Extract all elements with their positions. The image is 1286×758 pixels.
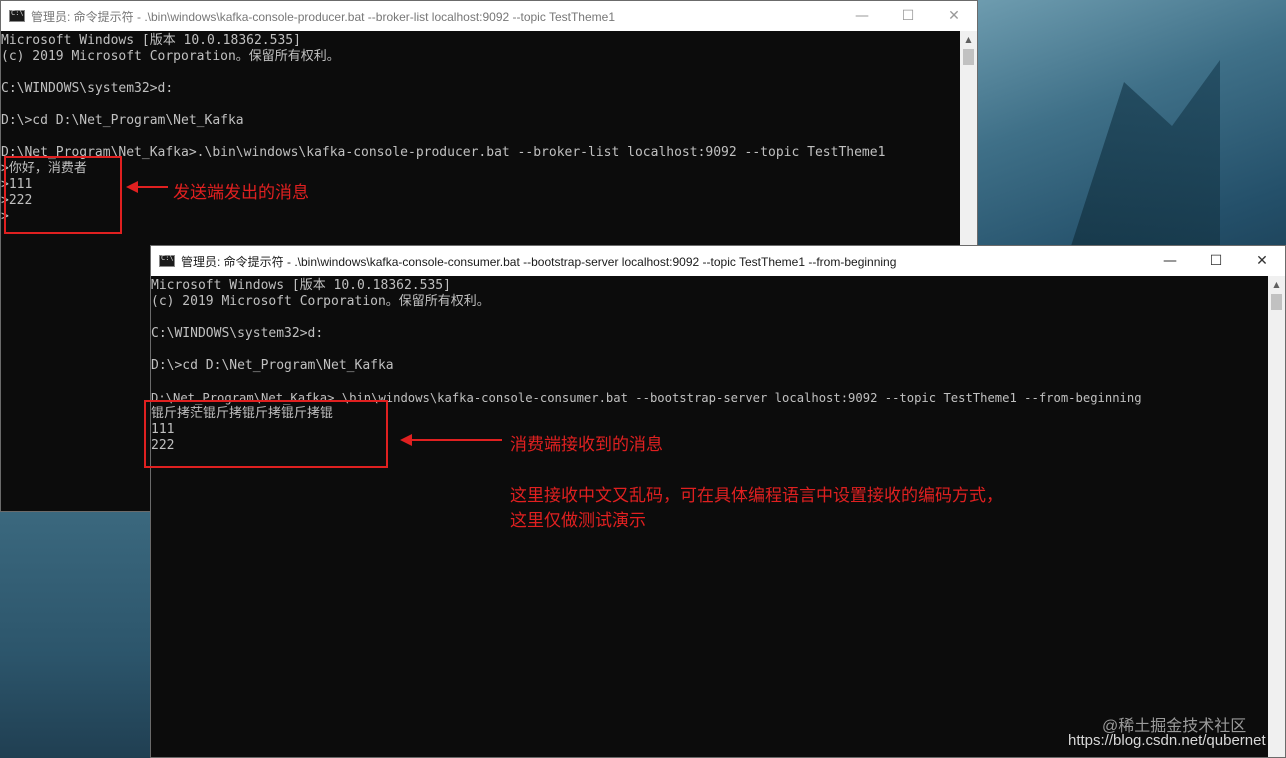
- maximize-button[interactable]: ☐: [885, 1, 931, 31]
- encoding-note-line1: 这里接收中文又乱码，可在具体编程语言中设置接收的编码方式，: [510, 486, 1003, 506]
- console-line: D:\Net_Program\Net_Kafka>.\bin\windows\k…: [1, 145, 886, 160]
- producer-arrow-line: [136, 186, 168, 188]
- minimize-button[interactable]: —: [1147, 246, 1193, 276]
- console-line: >: [1, 209, 9, 224]
- console-line: (c) 2019 Microsoft Corporation。保留所有权利。: [1, 49, 340, 64]
- scroll-up-icon[interactable]: ▲: [960, 31, 977, 48]
- consumer-arrow-line: [410, 439, 502, 441]
- producer-annotation: 发送端发出的消息: [173, 183, 309, 203]
- console-line: >111: [1, 177, 33, 192]
- encoding-note-line2: 这里仅做测试演示: [510, 511, 646, 531]
- scroll-up-icon[interactable]: ▲: [1268, 276, 1285, 293]
- consumer-annotation: 消费端接收到的消息: [510, 435, 663, 455]
- console-line: >你好，消费者: [1, 161, 87, 176]
- close-button[interactable]: ✕: [931, 1, 977, 31]
- consumer-titlebar[interactable]: 管理员: 命令提示符 - .\bin\windows\kafka-console…: [151, 246, 1285, 276]
- console-line: Microsoft Windows [版本 10.0.18362.535]: [1, 33, 301, 48]
- close-button[interactable]: ✕: [1239, 246, 1285, 276]
- maximize-button[interactable]: ☐: [1193, 246, 1239, 276]
- cmd-icon: [159, 254, 175, 267]
- consumer-console-output[interactable]: Microsoft Windows [版本 10.0.18362.535] (c…: [151, 276, 1268, 757]
- console-line: D:\>cd D:\Net_Program\Net_Kafka: [1, 113, 244, 128]
- minimize-button[interactable]: —: [839, 1, 885, 31]
- console-line: C:\WINDOWS\system32>d:: [1, 81, 174, 96]
- cmd-icon: [9, 9, 25, 22]
- console-line: (c) 2019 Microsoft Corporation。保留所有权利。: [151, 294, 490, 309]
- producer-messages-highlight: [4, 156, 122, 234]
- consumer-messages-highlight: [144, 400, 388, 468]
- url-watermark: https://blog.csdn.net/qubernet: [1068, 732, 1266, 749]
- consumer-scrollbar[interactable]: ▲: [1268, 276, 1285, 757]
- console-line: Microsoft Windows [版本 10.0.18362.535]: [151, 278, 451, 293]
- producer-window-title: 管理员: 命令提示符 - .\bin\windows\kafka-console…: [31, 9, 615, 24]
- scroll-thumb[interactable]: [1271, 294, 1282, 310]
- producer-titlebar[interactable]: 管理员: 命令提示符 - .\bin\windows\kafka-console…: [1, 1, 977, 31]
- console-line: >222: [1, 193, 33, 208]
- desktop-wallpaper-water: [0, 500, 160, 758]
- consumer-window-title: 管理员: 命令提示符 - .\bin\windows\kafka-console…: [181, 254, 897, 269]
- console-line: C:\WINDOWS\system32>d:: [151, 326, 324, 341]
- scroll-thumb[interactable]: [963, 49, 974, 65]
- console-line: D:\>cd D:\Net_Program\Net_Kafka: [151, 358, 394, 373]
